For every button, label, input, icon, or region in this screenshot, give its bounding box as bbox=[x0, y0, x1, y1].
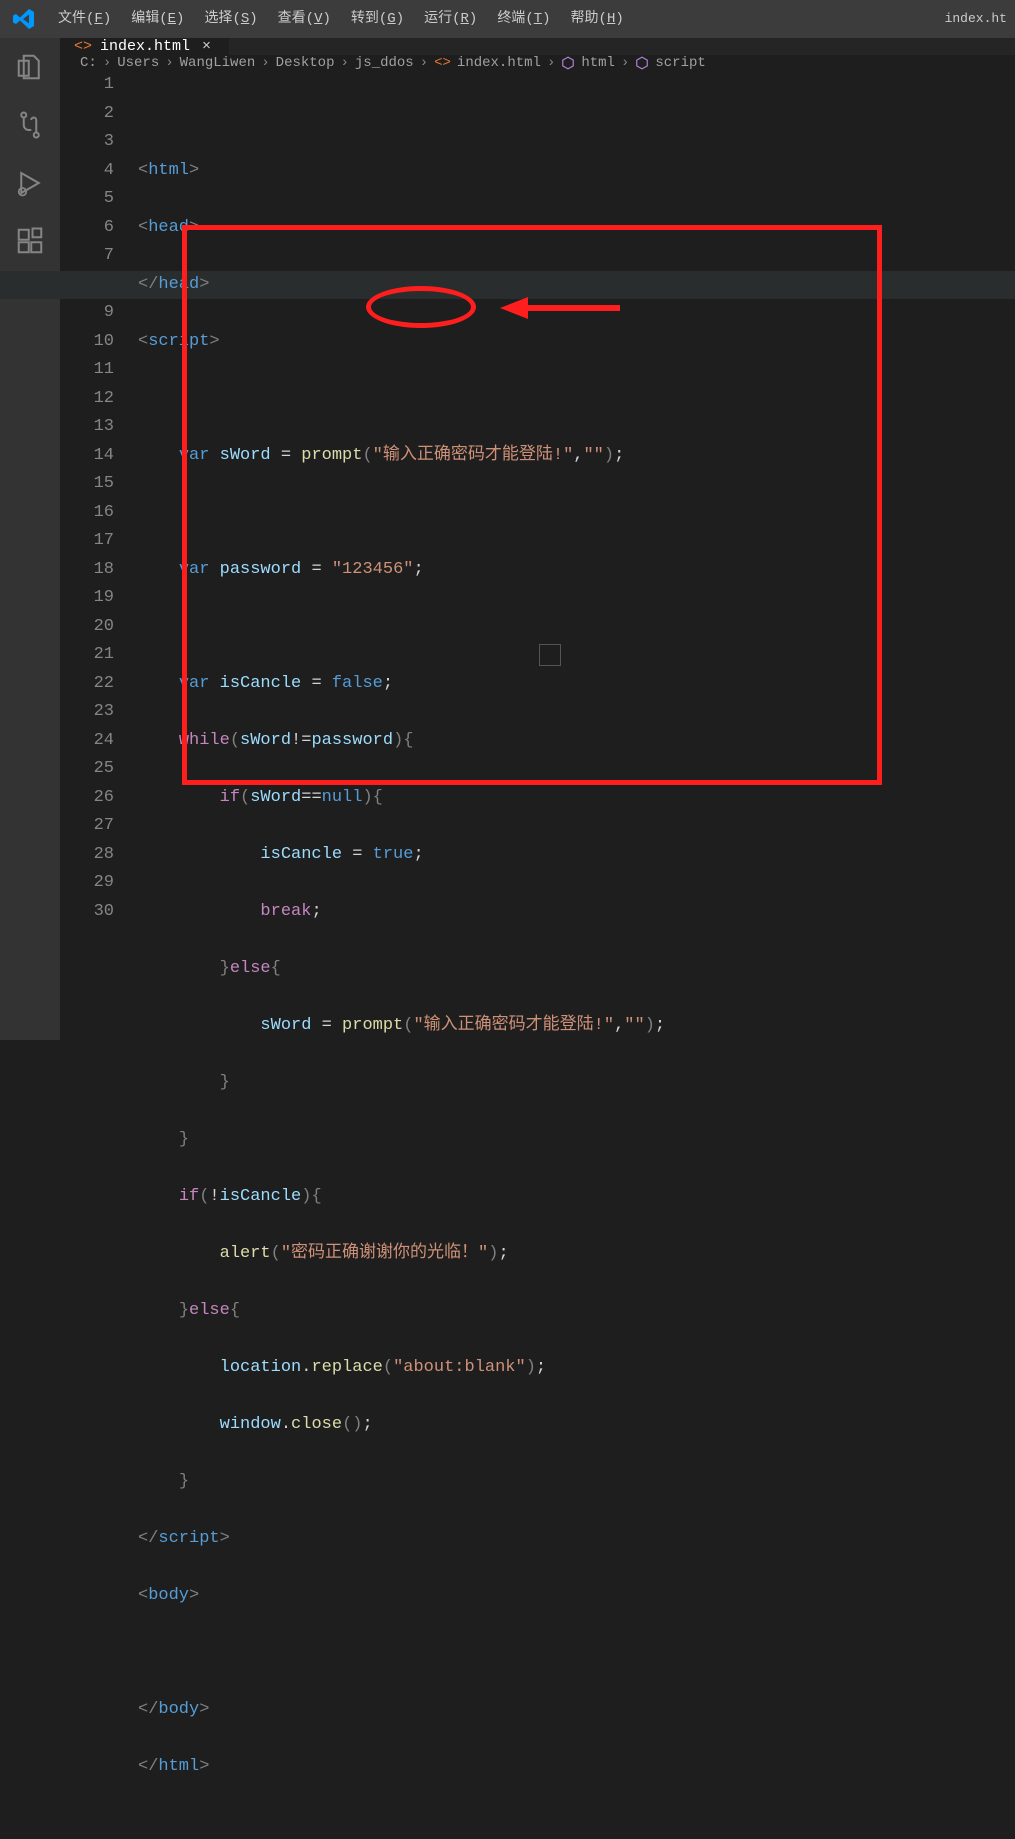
code-area[interactable]: 1234567891011121314151617181920212223242… bbox=[60, 71, 1015, 1838]
code-line: var sWord = prompt("输入正确密码才能登陆!",""); bbox=[138, 442, 1015, 471]
menu-terminal[interactable]: 终端(T) bbox=[487, 0, 560, 38]
breadcrumb-symbol[interactable]: html bbox=[581, 55, 615, 71]
window-title: index.ht bbox=[945, 0, 1007, 38]
code-line: <script> bbox=[138, 328, 1015, 357]
line-numbers: 1234567891011121314151617181920212223242… bbox=[60, 71, 138, 1838]
code-line: <head> bbox=[138, 214, 1015, 243]
menu-go[interactable]: 转到(G) bbox=[341, 0, 414, 38]
code-line bbox=[138, 100, 1015, 129]
file-html-icon: <> bbox=[434, 55, 451, 71]
code-line: break; bbox=[138, 898, 1015, 927]
code-line: </html> bbox=[138, 1753, 1015, 1782]
code-line bbox=[138, 613, 1015, 642]
menu-edit[interactable]: 编辑(E) bbox=[121, 0, 194, 38]
breadcrumb-seg[interactable]: js_ddos bbox=[355, 55, 414, 71]
source-control-icon[interactable] bbox=[15, 110, 45, 140]
code-line: if(sWord==null){ bbox=[138, 784, 1015, 813]
code-line: if(!isCancle){ bbox=[138, 1183, 1015, 1212]
editor: <> index.html × C:› Users› WangLiwen› De… bbox=[60, 38, 1015, 1040]
symbol-icon bbox=[561, 56, 575, 70]
run-debug-icon[interactable] bbox=[15, 168, 45, 198]
code-line bbox=[138, 1639, 1015, 1668]
tab-index-html[interactable]: <> index.html × bbox=[60, 38, 230, 55]
activity-bar bbox=[0, 38, 60, 1040]
code-line: isCancle = true; bbox=[138, 841, 1015, 870]
code-line: </body> bbox=[138, 1696, 1015, 1725]
menu-items: 文件(F) 编辑(E) 选择(S) 查看(V) 转到(G) 运行(R) 终端(T… bbox=[48, 0, 634, 38]
code-line: while(sWord!=password){ bbox=[138, 727, 1015, 756]
breadcrumb-symbol[interactable]: script bbox=[655, 55, 705, 71]
code-line: <html> bbox=[138, 157, 1015, 186]
code-line: } bbox=[138, 1468, 1015, 1497]
breadcrumb-seg[interactable]: WangLiwen bbox=[180, 55, 256, 71]
code-line: sWord = prompt("输入正确密码才能登陆!",""); bbox=[138, 1012, 1015, 1041]
breadcrumb-seg[interactable]: Users bbox=[117, 55, 159, 71]
menubar: 文件(F) 编辑(E) 选择(S) 查看(V) 转到(G) 运行(R) 终端(T… bbox=[0, 0, 1015, 38]
explorer-icon[interactable] bbox=[15, 52, 45, 82]
code-line bbox=[138, 385, 1015, 414]
breadcrumb-file[interactable]: index.html bbox=[457, 55, 541, 71]
tab-label: index.html bbox=[100, 38, 190, 55]
code-line: var isCancle = false; bbox=[138, 670, 1015, 699]
symbol-icon bbox=[635, 56, 649, 70]
tab-bar: <> index.html × bbox=[60, 38, 1015, 55]
code-line: </script> bbox=[138, 1525, 1015, 1554]
code-line: }else{ bbox=[138, 1297, 1015, 1326]
menu-select[interactable]: 选择(S) bbox=[194, 0, 267, 38]
breadcrumb-seg[interactable]: C: bbox=[80, 55, 97, 71]
breadcrumb-seg[interactable]: Desktop bbox=[276, 55, 335, 71]
menu-run[interactable]: 运行(R) bbox=[414, 0, 487, 38]
code-line bbox=[138, 499, 1015, 528]
code-line: var password = "123456"; bbox=[138, 556, 1015, 585]
code-line: location.replace("about:blank"); bbox=[138, 1354, 1015, 1383]
code-line: window.close(); bbox=[138, 1411, 1015, 1440]
menu-view[interactable]: 查看(V) bbox=[268, 0, 341, 38]
breadcrumb[interactable]: C:› Users› WangLiwen› Desktop› js_ddos› … bbox=[60, 55, 1015, 71]
close-icon[interactable]: × bbox=[198, 38, 215, 55]
code-line: } bbox=[138, 1126, 1015, 1155]
menu-file[interactable]: 文件(F) bbox=[48, 0, 121, 38]
code-line: </head> bbox=[138, 271, 1015, 300]
menu-help[interactable]: 帮助(H) bbox=[561, 0, 634, 38]
file-html-icon: <> bbox=[74, 38, 92, 55]
extensions-icon[interactable] bbox=[15, 226, 45, 256]
code-line: <body> bbox=[138, 1582, 1015, 1611]
code-line: }else{ bbox=[138, 955, 1015, 984]
code-line: } bbox=[138, 1069, 1015, 1098]
code-line: alert("密码正确谢谢你的光临！"); bbox=[138, 1240, 1015, 1269]
vscode-icon bbox=[0, 7, 48, 31]
code-body[interactable]: <html> <head> </head> <script> var sWord… bbox=[138, 71, 1015, 1838]
